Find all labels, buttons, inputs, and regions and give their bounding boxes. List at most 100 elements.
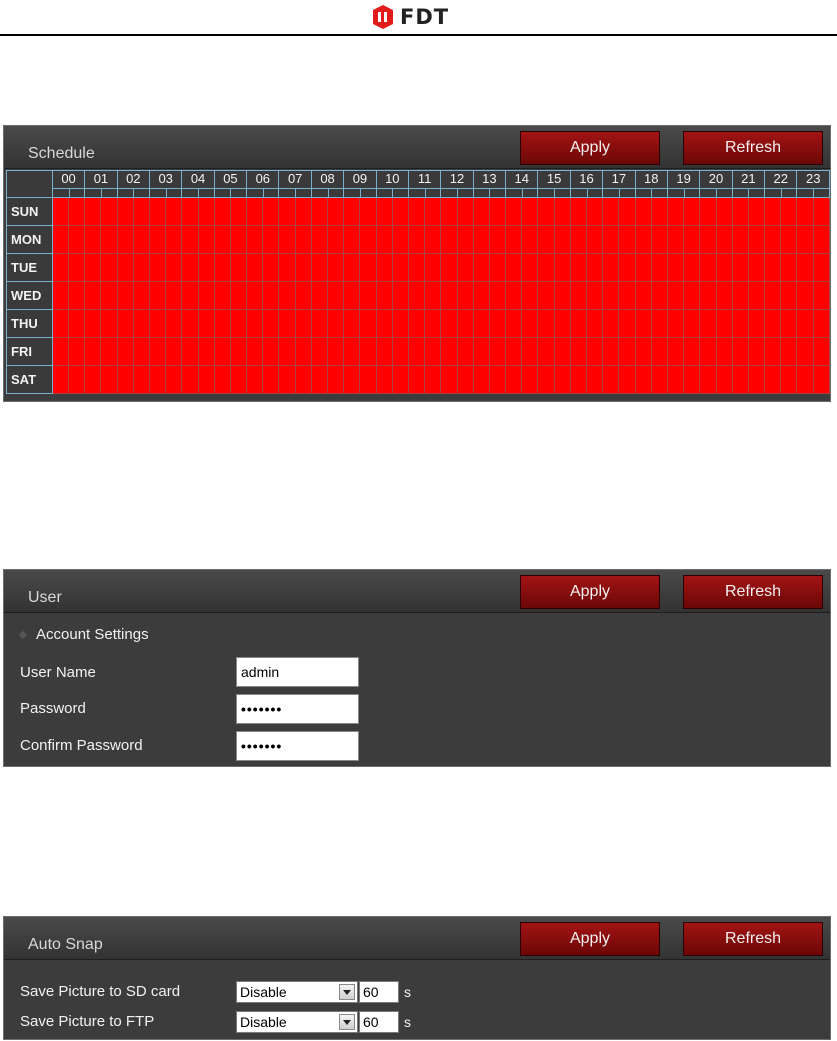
schedule-slot[interactable]: [472, 365, 490, 394]
schedule-slot[interactable]: [294, 281, 312, 310]
schedule-slot[interactable]: [132, 225, 150, 254]
schedule-slot[interactable]: [764, 253, 782, 282]
schedule-slot[interactable]: [343, 225, 361, 254]
schedule-slot[interactable]: [634, 253, 652, 282]
schedule-slot[interactable]: [553, 309, 571, 338]
schedule-slot[interactable]: [197, 281, 215, 310]
schedule-slot[interactable]: [407, 309, 426, 338]
schedule-slot[interactable]: [586, 197, 604, 226]
schedule-slot[interactable]: [310, 365, 329, 394]
schedule-slot[interactable]: [116, 365, 134, 394]
schedule-slot[interactable]: [165, 225, 183, 254]
schedule-slot[interactable]: [747, 281, 766, 310]
schedule-slot[interactable]: [650, 365, 668, 394]
schedule-slot[interactable]: [375, 253, 393, 282]
schedule-slot[interactable]: [278, 225, 296, 254]
schedule-slot[interactable]: [343, 281, 361, 310]
schedule-slot[interactable]: [84, 225, 102, 254]
schedule-slot[interactable]: [488, 281, 507, 310]
schedule-slot[interactable]: [521, 281, 539, 310]
schedule-slot[interactable]: [472, 197, 490, 226]
hour-header-09[interactable]: 09: [343, 170, 377, 198]
schedule-slot[interactable]: [51, 253, 70, 282]
schedule-slot[interactable]: [699, 309, 717, 338]
schedule-slot[interactable]: [246, 365, 264, 394]
schedule-slot[interactable]: [197, 309, 215, 338]
schedule-slot[interactable]: [229, 281, 248, 310]
schedule-slot[interactable]: [602, 337, 620, 366]
schedule-slot[interactable]: [51, 365, 70, 394]
schedule-slot[interactable]: [148, 253, 167, 282]
schedule-slot[interactable]: [780, 365, 798, 394]
schedule-slot[interactable]: [100, 365, 118, 394]
schedule-slot[interactable]: [553, 281, 571, 310]
schedule-slot[interactable]: [132, 309, 150, 338]
schedule-slot[interactable]: [424, 365, 442, 394]
schedule-slot[interactable]: [537, 365, 555, 394]
schedule-slot[interactable]: [586, 365, 604, 394]
day-label[interactable]: FRI: [6, 337, 53, 366]
schedule-slot[interactable]: [747, 253, 766, 282]
schedule-slot[interactable]: [68, 281, 86, 310]
autosnap-refresh-button[interactable]: Refresh: [683, 922, 823, 956]
schedule-slot[interactable]: [116, 197, 134, 226]
schedule-slot[interactable]: [84, 365, 102, 394]
schedule-slot[interactable]: [812, 253, 831, 282]
hour-header-07[interactable]: 07: [278, 170, 312, 198]
schedule-slot[interactable]: [731, 309, 749, 338]
hour-header-20[interactable]: 20: [699, 170, 733, 198]
schedule-slot[interactable]: [181, 197, 199, 226]
schedule-slot[interactable]: [602, 253, 620, 282]
schedule-slot[interactable]: [359, 337, 377, 366]
schedule-slot[interactable]: [359, 225, 377, 254]
schedule-slot[interactable]: [488, 225, 507, 254]
schedule-slot[interactable]: [569, 337, 588, 366]
schedule-slot[interactable]: [650, 309, 668, 338]
schedule-slot[interactable]: [68, 365, 86, 394]
hour-header-12[interactable]: 12: [440, 170, 474, 198]
schedule-slot[interactable]: [424, 253, 442, 282]
schedule-slot[interactable]: [294, 197, 312, 226]
schedule-slot[interactable]: [699, 365, 717, 394]
schedule-slot[interactable]: [310, 337, 329, 366]
schedule-slot[interactable]: [764, 365, 782, 394]
schedule-slot[interactable]: [148, 337, 167, 366]
schedule-slot[interactable]: [100, 197, 118, 226]
schedule-slot[interactable]: [391, 225, 409, 254]
schedule-slot[interactable]: [213, 197, 231, 226]
schedule-slot[interactable]: [634, 365, 652, 394]
hour-header-11[interactable]: 11: [407, 170, 442, 198]
schedule-slot[interactable]: [343, 309, 361, 338]
user-refresh-button[interactable]: Refresh: [683, 575, 823, 609]
schedule-slot[interactable]: [747, 365, 766, 394]
schedule-slot[interactable]: [634, 197, 652, 226]
schedule-slot[interactable]: [51, 225, 70, 254]
schedule-slot[interactable]: [213, 253, 231, 282]
schedule-slot[interactable]: [165, 197, 183, 226]
schedule-slot[interactable]: [796, 365, 814, 394]
day-label[interactable]: TUE: [6, 253, 53, 282]
schedule-slot[interactable]: [84, 253, 102, 282]
schedule-slot[interactable]: [100, 225, 118, 254]
hour-header-16[interactable]: 16: [569, 170, 604, 198]
schedule-slot[interactable]: [68, 337, 86, 366]
schedule-slot[interactable]: [488, 253, 507, 282]
schedule-slot[interactable]: [764, 309, 782, 338]
schedule-slot[interactable]: [440, 225, 458, 254]
hour-header-03[interactable]: 03: [148, 170, 183, 198]
schedule-slot[interactable]: [391, 365, 409, 394]
schedule-slot[interactable]: [650, 197, 668, 226]
schedule-slot[interactable]: [488, 197, 507, 226]
hour-header-22[interactable]: 22: [764, 170, 798, 198]
schedule-slot[interactable]: [181, 281, 199, 310]
autosnap-apply-button[interactable]: Apply: [520, 922, 660, 956]
schedule-slot[interactable]: [213, 281, 231, 310]
hour-header-14[interactable]: 14: [505, 170, 539, 198]
schedule-slot[interactable]: [602, 365, 620, 394]
schedule-slot[interactable]: [132, 281, 150, 310]
schedule-slot[interactable]: [359, 365, 377, 394]
schedule-slot[interactable]: [262, 309, 280, 338]
schedule-slot[interactable]: [456, 309, 474, 338]
schedule-slot[interactable]: [456, 281, 474, 310]
schedule-slot[interactable]: [569, 225, 588, 254]
